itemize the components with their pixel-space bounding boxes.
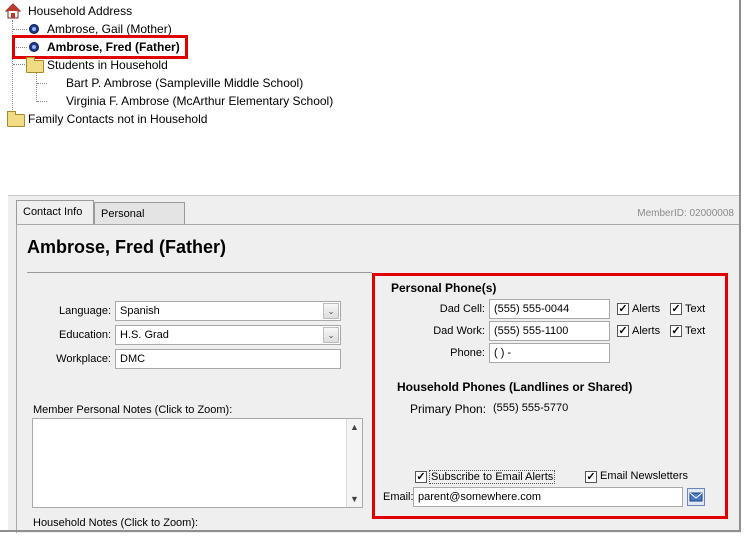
- title-divider: [27, 272, 372, 273]
- education-label: Education:: [59, 329, 111, 341]
- personal-notes-label: Member Personal Notes (Click to Zoom):: [33, 404, 233, 416]
- tree-item-student[interactable]: Virginia F. Ambrose (McArthur Elementary…: [66, 94, 333, 108]
- notes-scrollbar[interactable]: ▲ ▼: [346, 419, 362, 507]
- language-select[interactable]: Spanish ⌄: [115, 301, 341, 321]
- household-notes-label: Household Notes (Click to Zoom):: [33, 517, 199, 529]
- tree-item-student[interactable]: Bart P. Ambrose (Sampleville Middle Scho…: [66, 76, 303, 90]
- window-bottom-border: [0, 530, 741, 532]
- chevron-down-icon[interactable]: ⌄: [323, 303, 339, 319]
- chevron-down-icon[interactable]: ⌄: [323, 327, 339, 343]
- member-name-title: Ambrose, Fred (Father): [27, 237, 227, 257]
- language-label: Language:: [59, 305, 111, 317]
- personal-notes-textarea[interactable]: ▲ ▼: [32, 418, 363, 508]
- tab-personal-income[interactable]: Personal Income: [94, 202, 185, 242]
- scroll-up-icon[interactable]: ▲: [350, 422, 359, 432]
- tree-item-member[interactable]: Ambrose, Gail (Mother): [47, 22, 172, 36]
- tree-item-students-folder[interactable]: Students in Household: [47, 58, 168, 72]
- education-value: H.S. Grad: [120, 329, 169, 341]
- highlight-box: [12, 35, 188, 59]
- workplace-label: Workplace:: [56, 353, 111, 365]
- member-id: MemberID: 02000008: [637, 208, 734, 219]
- tab-contact-info[interactable]: Contact Info: [16, 200, 94, 224]
- household-node[interactable]: Household Address: [28, 4, 132, 18]
- member-icon: [29, 24, 39, 34]
- scroll-down-icon[interactable]: ▼: [350, 494, 359, 504]
- folder-icon: [26, 57, 44, 73]
- language-value: Spanish: [120, 305, 160, 317]
- education-select[interactable]: H.S. Grad ⌄: [115, 325, 341, 345]
- household-tree: Household Address Ambrose, Gail (Mother)…: [0, 0, 740, 195]
- workplace-field[interactable]: DMC: [115, 349, 341, 369]
- house-icon: [4, 3, 22, 19]
- tree-item-family-folder[interactable]: Family Contacts not in Household: [28, 112, 207, 126]
- phones-highlight-box: [372, 273, 728, 519]
- folder-icon: [7, 111, 25, 127]
- window-right-border: [739, 0, 741, 531]
